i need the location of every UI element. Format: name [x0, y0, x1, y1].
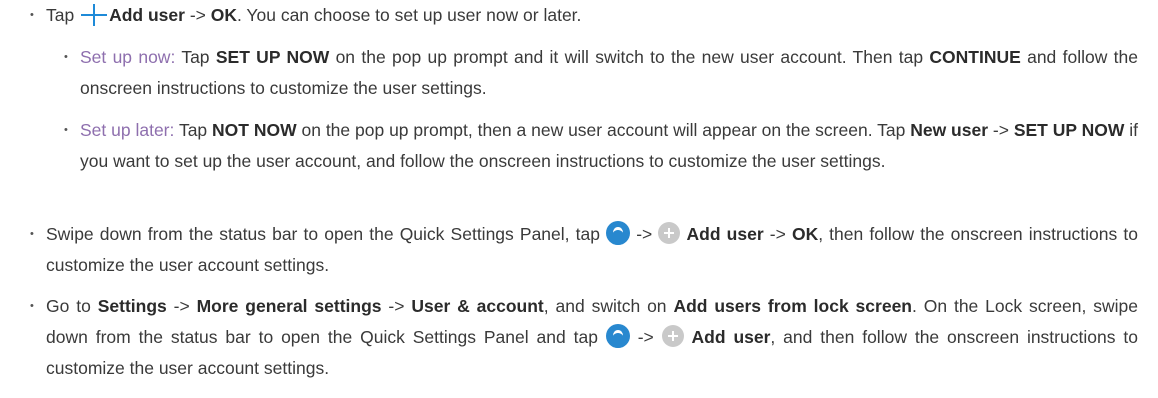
step-text: Go to: [46, 296, 91, 316]
add-user-label: Add user: [691, 327, 771, 347]
instructions-document: • Tap Add user -> OK. You can choose to …: [0, 0, 1158, 398]
user-avatar-icon: [606, 221, 631, 246]
step-add-user: Tap Add user -> OK. You can choose to se…: [46, 0, 1138, 31]
more-general-settings-label: More general settings: [196, 296, 382, 316]
add-user-label: Add user: [686, 224, 764, 244]
continue-button-label: CONTINUE: [929, 47, 1021, 67]
add-circle-icon: [661, 325, 684, 348]
user-account-label: User & account: [411, 296, 544, 316]
step-text: on the pop up prompt and it will switch …: [335, 47, 924, 67]
step-quick-settings: Swipe down from the status bar to open t…: [46, 219, 1138, 281]
bullet: •: [30, 300, 34, 312]
set-up-now-button-label: SET UP NOW: [215, 47, 330, 67]
add-users-lock-screen-label: Add users from lock screen: [673, 296, 912, 316]
set-up-later-label: Set up later:: [80, 120, 175, 140]
arrow: ->: [637, 327, 654, 347]
arrow: ->: [189, 5, 206, 25]
arrow: ->: [636, 224, 653, 244]
arrow: ->: [388, 296, 405, 316]
set-up-now-label: Set up now:: [80, 47, 176, 67]
arrow: ->: [992, 120, 1009, 140]
add-user-label: Add user: [109, 5, 185, 25]
add-circle-icon: [658, 222, 681, 245]
substep-set-up-later: Set up later: Tap NOT NOW on the pop up …: [80, 115, 1138, 177]
bullet: •: [64, 124, 68, 136]
new-user-label: New user: [910, 120, 989, 140]
step-text: . You can choose to set up user now or l…: [237, 5, 582, 25]
settings-label: Settings: [97, 296, 167, 316]
plus-icon: [79, 4, 109, 27]
arrow: ->: [769, 224, 786, 244]
step-text: Tap: [46, 5, 75, 25]
step-text: Tap: [181, 47, 210, 67]
bullet: •: [30, 228, 34, 240]
user-avatar-icon: [605, 324, 630, 349]
step-text: Swipe down from the status bar to open t…: [46, 224, 600, 244]
ok-label: OK: [210, 5, 238, 25]
step-lock-screen: Go to Settings -> More general settings …: [46, 291, 1138, 384]
step-text: , and switch on: [543, 296, 667, 316]
ok-label: OK: [791, 224, 819, 244]
bullet: •: [30, 9, 34, 21]
not-now-button-label: NOT NOW: [212, 120, 297, 140]
set-up-now-button-label: SET UP NOW: [1013, 120, 1125, 140]
bullet: •: [64, 51, 68, 63]
substep-set-up-now: Set up now: Tap SET UP NOW on the pop up…: [80, 42, 1138, 104]
step-text: Tap: [178, 120, 208, 140]
arrow: ->: [173, 296, 190, 316]
step-text: on the pop up prompt, then a new user ac…: [301, 120, 906, 140]
